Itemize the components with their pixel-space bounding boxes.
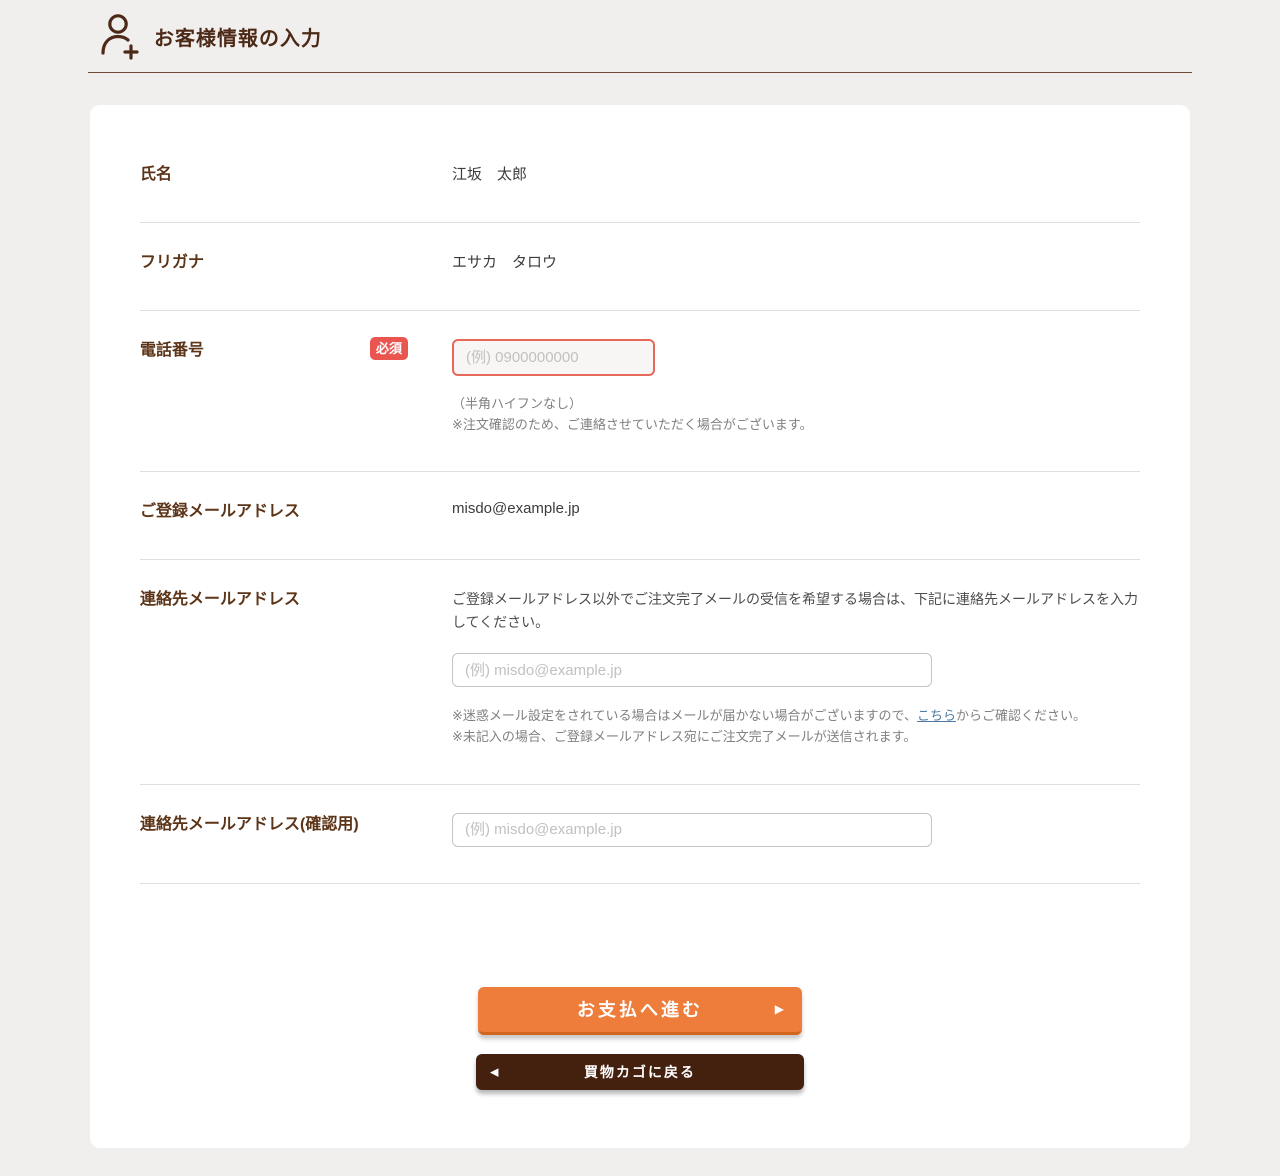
furigana-label: フリガナ <box>140 251 204 274</box>
phone-label: 電話番号 <box>140 339 204 362</box>
row-contact-email-confirm: 連絡先メールアドレス(確認用) <box>140 785 1140 884</box>
back-to-cart-button[interactable]: ◀ 買物カゴに戻る <box>476 1054 804 1090</box>
proceed-button-label: お支払へ進む <box>577 1000 703 1020</box>
phone-input[interactable] <box>452 339 655 376</box>
contact-email-confirm-input[interactable] <box>452 813 932 847</box>
arrow-left-icon: ◀ <box>490 1065 498 1078</box>
contact-email-label: 連絡先メールアドレス <box>140 588 300 611</box>
contact-email-confirm-label: 連絡先メールアドレス(確認用) <box>140 813 359 836</box>
proceed-to-payment-button[interactable]: お支払へ進む ▶ <box>478 987 802 1035</box>
name-value: 江坂 太郎 <box>452 163 527 183</box>
phone-note-format: （半角ハイフンなし） <box>452 393 1140 414</box>
row-name: 氏名 江坂 太郎 <box>140 135 1140 223</box>
action-buttons: お支払へ進む ▶ ◀ 買物カゴに戻る <box>140 987 1140 1090</box>
back-button-label: 買物カゴに戻る <box>584 1064 696 1080</box>
customer-info-card: 氏名 江坂 太郎 フリガナ エサカ タロウ 電話番号 必須 （半角ハイフンなし）… <box>90 105 1190 1148</box>
row-contact-email: 連絡先メールアドレス ご登録メールアドレス以外でご注文完了メールの受信を希望する… <box>140 560 1140 785</box>
note-text-before-link: ※迷惑メール設定をされている場合はメールが届かない場合がございますので、 <box>452 708 917 723</box>
page-title: お客様情報の入力 <box>154 22 322 51</box>
person-add-icon <box>98 12 140 60</box>
contact-email-description: ご登録メールアドレス以外でご注文完了メールの受信を希望する場合は、下記に連絡先メ… <box>452 588 1140 633</box>
contact-email-input[interactable] <box>452 653 932 687</box>
registered-email-value: misdo@example.jp <box>452 497 580 517</box>
note-text-after-link: からご確認ください。 <box>956 708 1086 723</box>
required-badge: 必須 <box>370 337 408 360</box>
name-label: 氏名 <box>140 163 172 186</box>
furigana-value: エサカ タロウ <box>452 251 557 271</box>
row-furigana: フリガナ エサカ タロウ <box>140 223 1140 311</box>
row-registered-email: ご登録メールアドレス misdo@example.jp <box>140 472 1140 560</box>
contact-email-note-spam: ※迷惑メール設定をされている場合はメールが届かない場合がございますので、こちらか… <box>452 705 1140 726</box>
phone-note-contact: ※注文確認のため、ご連絡させていただく場合がございます。 <box>452 414 1140 435</box>
registered-email-label: ご登録メールアドレス <box>140 500 300 523</box>
row-phone: 電話番号 必須 （半角ハイフンなし） ※注文確認のため、ご連絡させていただく場合… <box>140 311 1140 473</box>
page-header: お客様情報の入力 <box>0 0 1280 73</box>
contact-email-note-blank: ※未記入の場合、ご登録メールアドレス宛にご注文完了メールが送信されます。 <box>452 726 1140 747</box>
header-divider <box>88 72 1192 73</box>
kochira-link[interactable]: こちら <box>917 708 956 723</box>
arrow-right-icon: ▶ <box>775 1002 784 1016</box>
